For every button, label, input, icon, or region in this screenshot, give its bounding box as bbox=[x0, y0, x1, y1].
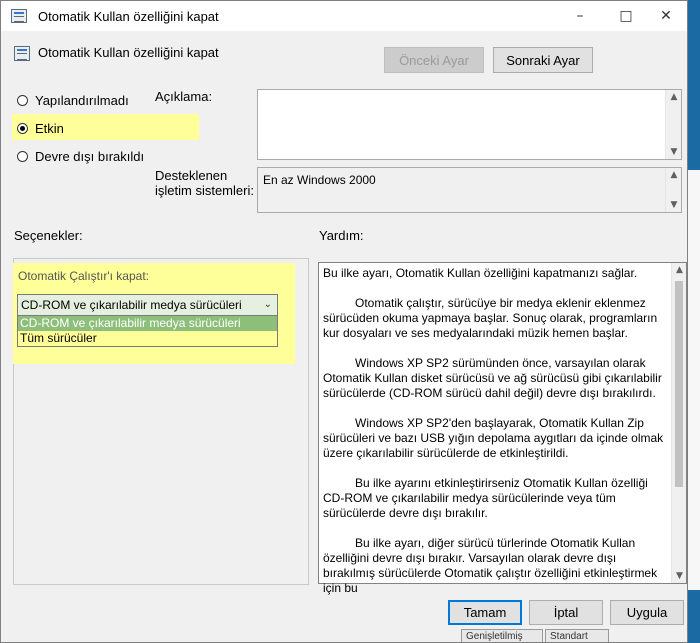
help-paragraph: Windows XP SP2 sürümünden önce, varsayıl… bbox=[323, 356, 662, 400]
scroll-up-icon[interactable]: ▲ bbox=[666, 170, 682, 180]
supported-scrollbar[interactable]: ▲ ▼ bbox=[665, 168, 681, 212]
chevron-down-icon[interactable]: ⌄ bbox=[264, 295, 272, 315]
description-label: Açıklama: bbox=[155, 89, 213, 104]
radio-label: Devre dışı bırakıldı bbox=[35, 148, 145, 164]
background-tabs: Genişletilmiş Standart bbox=[459, 629, 687, 642]
description-scrollbar[interactable]: ▲ ▼ bbox=[665, 90, 681, 159]
help-text: Bu ilke ayarı, Otomatik Kullan özelliğin… bbox=[323, 266, 664, 611]
autorun-select[interactable]: CD-ROM ve çıkarılabilir medya sürücüleri… bbox=[17, 294, 278, 316]
select-value: CD-ROM ve çıkarılabilir medya sürücüleri bbox=[21, 298, 242, 312]
supported-os-label: Desteklenen işletim sistemleri: bbox=[155, 168, 254, 198]
scroll-up-icon[interactable]: ▲ bbox=[672, 265, 687, 275]
help-paragraph: Otomatik çalıştır, sürücüye bir medya ek… bbox=[323, 296, 658, 340]
radio-enabled[interactable]: Etkin bbox=[17, 117, 64, 139]
title-bar[interactable]: Otomatik Kullan özelliğini kapat – □ ✕ bbox=[1, 1, 687, 31]
policy-setting-icon bbox=[14, 46, 30, 61]
autorun-label: Otomatik Çalıştır'ı kapat: bbox=[18, 269, 149, 283]
radio-circle[interactable] bbox=[17, 150, 28, 162]
policy-icon bbox=[11, 9, 27, 23]
tab-extended[interactable]: Genişletilmiş bbox=[461, 629, 543, 642]
background-window-edge bbox=[688, 170, 700, 590]
help-textbox[interactable]: Bu ilke ayarı, Otomatik Kullan özelliğin… bbox=[318, 262, 687, 595]
help-paragraph: Bu ilke ayarı, diğer sürücü türlerinde O… bbox=[323, 536, 658, 595]
dropdown-option-cdrom[interactable]: CD-ROM ve çıkarılabilir medya sürücüleri bbox=[18, 316, 277, 331]
supported-label-line1: Desteklenen bbox=[155, 168, 228, 183]
radio-label: Etkin bbox=[35, 120, 64, 136]
supported-os-box: En az Windows 2000 ▲ ▼ bbox=[257, 167, 682, 213]
setting-title: Otomatik Kullan özelliğini kapat bbox=[38, 45, 219, 60]
radio-not-configured[interactable]: Yapılandırılmadı bbox=[17, 89, 129, 111]
scroll-down-icon[interactable]: ▼ bbox=[666, 147, 682, 157]
minimize-icon[interactable]: – bbox=[557, 1, 603, 31]
radio-disabled[interactable]: Devre dışı bırakıldı bbox=[17, 145, 144, 167]
help-paragraph: Bu ilke ayarı, Otomatik Kullan özelliğin… bbox=[323, 266, 638, 280]
autorun-dropdown-list: CD-ROM ve çıkarılabilir medya sürücüleri… bbox=[17, 315, 278, 347]
options-section-label: Seçenekler: bbox=[14, 228, 83, 243]
previous-setting-button[interactable]: Önceki Ayar bbox=[384, 47, 484, 73]
apply-button[interactable]: Uygula bbox=[610, 600, 684, 625]
cancel-button[interactable]: İptal bbox=[529, 600, 603, 625]
scroll-down-icon[interactable]: ▼ bbox=[666, 200, 682, 210]
next-setting-button[interactable]: Sonraki Ayar bbox=[493, 47, 593, 73]
scroll-down-icon[interactable]: ▼ bbox=[672, 571, 687, 581]
close-icon[interactable]: ✕ bbox=[643, 1, 687, 31]
window-title: Otomatik Kullan özelliğini kapat bbox=[38, 9, 219, 24]
supported-os-value: En az Windows 2000 bbox=[263, 173, 376, 187]
ok-button[interactable]: Tamam bbox=[448, 600, 522, 625]
scroll-thumb[interactable] bbox=[675, 281, 683, 487]
description-textbox[interactable]: ▲ ▼ bbox=[257, 89, 682, 160]
help-paragraph: Bu ilke ayarını etkinleştirirseniz Otoma… bbox=[323, 476, 648, 520]
scroll-up-icon[interactable]: ▲ bbox=[666, 92, 682, 102]
policy-dialog: Otomatik Kullan özelliğini kapat – □ ✕ O… bbox=[0, 0, 688, 643]
radio-circle[interactable] bbox=[17, 94, 28, 106]
dropdown-option-all-drives[interactable]: Tüm sürücüler bbox=[18, 331, 277, 346]
help-section-label: Yardım: bbox=[319, 228, 364, 243]
help-scrollbar[interactable]: ▲ ▼ bbox=[671, 263, 686, 583]
radio-label: Yapılandırılmadı bbox=[35, 92, 129, 108]
radio-circle[interactable] bbox=[17, 122, 28, 134]
supported-label-line2: işletim sistemleri: bbox=[155, 183, 254, 198]
help-paragraph: Windows XP SP2'den başlayarak, Otomatik … bbox=[323, 416, 664, 460]
tab-standard[interactable]: Standart bbox=[545, 629, 609, 642]
